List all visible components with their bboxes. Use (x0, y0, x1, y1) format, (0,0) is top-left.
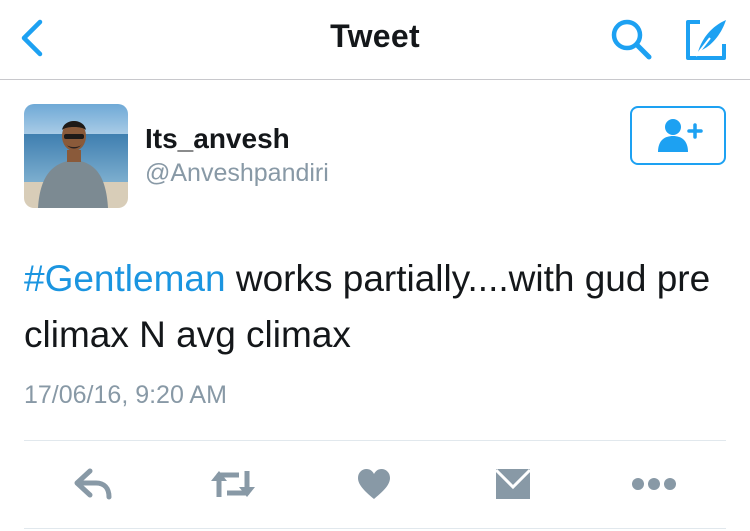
direct-message-button[interactable] (487, 462, 539, 506)
like-button[interactable] (348, 462, 400, 506)
retweet-icon (211, 471, 255, 497)
envelope-icon (494, 468, 532, 499)
more-button[interactable] (628, 462, 680, 506)
follow-button[interactable] (630, 106, 726, 165)
avatar[interactable] (24, 104, 128, 208)
retweet-button[interactable] (207, 462, 259, 506)
search-button[interactable] (608, 16, 654, 62)
reply-icon (74, 468, 112, 500)
divider (24, 440, 726, 441)
author-name[interactable]: Its_anvesh (145, 123, 290, 155)
tweet-timestamp: 17/06/16, 9:20 AM (24, 381, 227, 409)
search-icon (611, 19, 652, 60)
add-user-icon (658, 118, 703, 152)
compose-icon (686, 20, 726, 60)
nav-bar: Tweet (0, 0, 750, 80)
author-handle[interactable]: @Anveshpandiri (145, 159, 329, 188)
reply-button[interactable] (68, 462, 120, 506)
compose-button[interactable] (684, 16, 730, 62)
tweet-text: #Gentleman works partially....with gud p… (24, 251, 724, 363)
heart-icon (358, 469, 390, 499)
bottom-divider (24, 528, 726, 529)
more-icon (632, 478, 676, 490)
hashtag-link[interactable]: #Gentleman (24, 258, 226, 299)
